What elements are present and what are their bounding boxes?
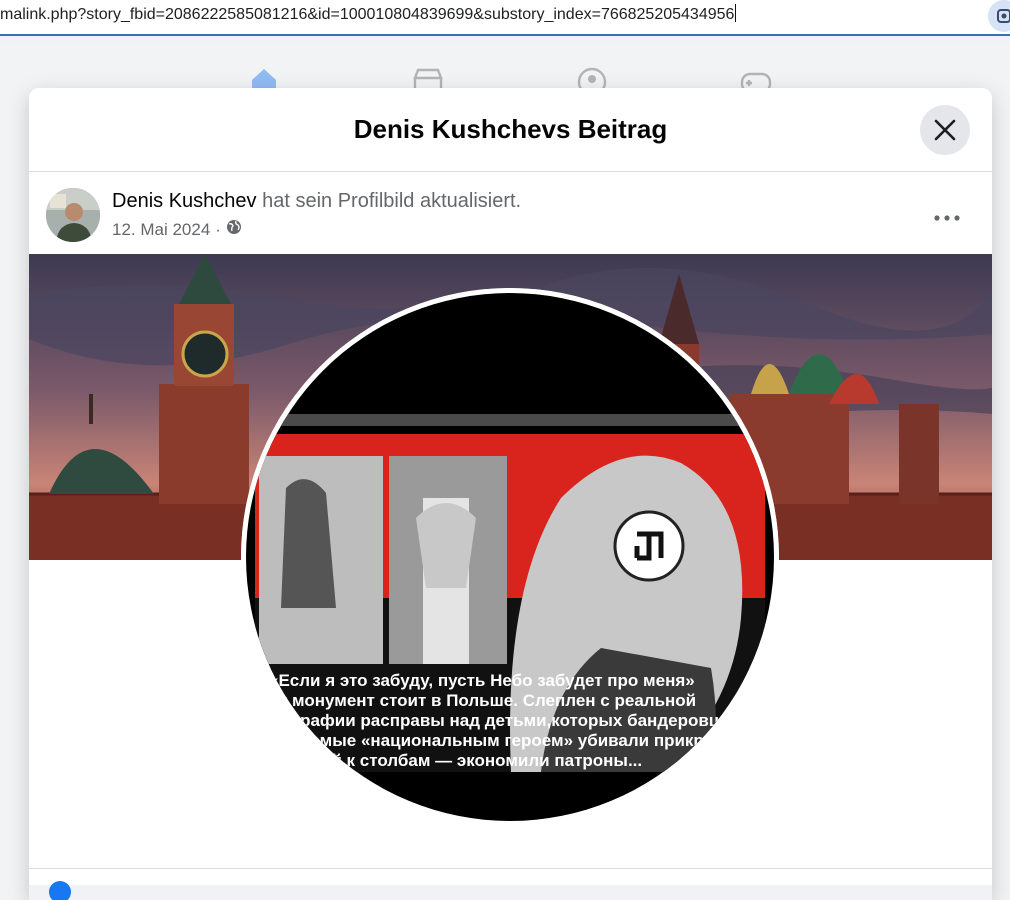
- modal-title: Denis Kushchevs Beitrag: [353, 114, 668, 144]
- caption-line-3: графии расправы над детьми,которых банде…: [293, 711, 734, 730]
- meta-separator: ·: [215, 219, 221, 239]
- text-caret: [735, 4, 737, 22]
- post-date[interactable]: 12. Mai 2024: [112, 220, 210, 240]
- post-meta: 12. Mai 2024 ·: [112, 219, 242, 240]
- close-button[interactable]: [920, 105, 970, 155]
- more-icon: [934, 215, 960, 221]
- caption-line-1: «Если я это забуду, пусть Небо забудет п…: [269, 671, 695, 690]
- like-reaction-icon: [49, 881, 71, 900]
- profile-picture[interactable]: «Если я это забуду, пусть Небо забудет п…: [241, 288, 779, 826]
- url-text[interactable]: malink.php?story_fbid=2086222585081216&i…: [0, 4, 737, 24]
- address-bar[interactable]: malink.php?story_fbid=2086222585081216&i…: [0, 0, 1010, 36]
- divider: [29, 868, 992, 869]
- extension-icon[interactable]: [988, 0, 1010, 32]
- post-modal: Denis Kushchevs Beitrag Denis Kushchev h…: [29, 88, 992, 900]
- author-name[interactable]: Denis Kushchev: [112, 190, 257, 212]
- caption-line-2: от монумент стоит в Польше. Слеплен с ре…: [269, 691, 696, 710]
- post-header: Denis Kushchev hat sein Profilbild aktua…: [29, 172, 992, 254]
- globe-icon: [226, 219, 242, 240]
- more-options-button[interactable]: [927, 202, 967, 234]
- author-line: Denis Kushchev hat sein Profilbild aktua…: [112, 190, 521, 213]
- avatar[interactable]: [46, 188, 100, 242]
- modal-header: Denis Kushchevs Beitrag: [29, 88, 992, 172]
- action-text: hat sein Profilbild aktualisiert.: [262, 190, 522, 212]
- close-icon: [934, 119, 956, 141]
- caption-line-4: аемые «национальным героем» убивали прик…: [301, 731, 733, 750]
- comments-area: [29, 885, 992, 900]
- caption-line-5: ой к столбам — экономили патроны...: [321, 751, 642, 770]
